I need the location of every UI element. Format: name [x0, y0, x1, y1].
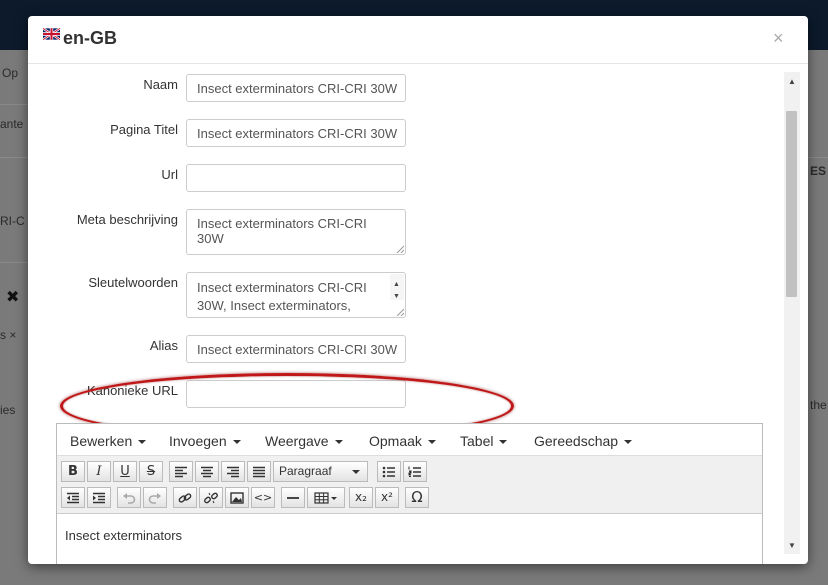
caret-down-icon [352, 470, 360, 474]
page-title-label: Pagina Titel [110, 122, 178, 137]
modal-header: en-GB × [28, 16, 808, 64]
align-left-icon[interactable] [169, 461, 193, 482]
flag-uk-icon [43, 28, 60, 40]
meta-description-textarea[interactable]: Insect exterminators CRI-CRI 30W [186, 209, 406, 255]
bold-button[interactable]: B [61, 461, 85, 482]
background-text: ante [0, 117, 24, 131]
menu-edit[interactable]: Bewerken [70, 433, 147, 449]
background-text: s × [0, 328, 17, 342]
menu-view[interactable]: Weergave [265, 433, 343, 449]
keywords-scrollbar[interactable]: ▲ ▼ [390, 274, 404, 300]
block-format-value: Paragraaf [279, 464, 332, 478]
subscript-button[interactable]: x₂ [349, 487, 373, 508]
align-justify-icon[interactable] [247, 461, 271, 482]
menu-insert[interactable]: Invoegen [169, 433, 241, 449]
menu-table[interactable]: Tabel [460, 433, 508, 449]
resize-grip-icon[interactable] [396, 245, 404, 253]
italic-button[interactable]: I [87, 461, 111, 482]
align-right-icon[interactable] [221, 461, 245, 482]
close-icon[interactable]: × [773, 28, 784, 49]
scrollbar-thumb[interactable] [786, 111, 797, 297]
strikethrough-button[interactable]: S [139, 461, 163, 482]
superscript-button[interactable]: x² [375, 487, 399, 508]
caret-down-icon [499, 440, 508, 445]
background-divider [0, 157, 28, 158]
language-modal: en-GB × Naam Insect exterminators CRI-CR… [28, 16, 808, 564]
name-input[interactable]: Insect exterminators CRI-CRI 30W [186, 74, 406, 102]
editor-content[interactable]: Insect exterminators [65, 528, 182, 543]
caret-down-icon [624, 440, 633, 445]
name-label: Naam [143, 77, 178, 92]
numbered-list-icon[interactable] [403, 461, 427, 482]
block-format-select[interactable]: Paragraaf [273, 461, 368, 482]
table-icon[interactable] [307, 487, 345, 508]
background-text: RI-C [0, 214, 25, 228]
url-label: Url [161, 167, 178, 182]
unlink-icon[interactable] [199, 487, 223, 508]
page-title-input[interactable]: Insect exterminators CRI-CRI 30W [186, 119, 406, 147]
indent-icon[interactable] [87, 487, 111, 508]
underline-button[interactable]: U [113, 461, 137, 482]
background-text: ies [0, 403, 16, 417]
keywords-label: Sleutelwoorden [88, 275, 178, 290]
url-input[interactable] [186, 164, 406, 192]
caret-down-icon [138, 440, 147, 445]
background-divider [0, 104, 28, 105]
background-text: the [810, 398, 827, 412]
code-icon[interactable]: <> [251, 487, 275, 508]
resize-grip-icon[interactable] [396, 308, 404, 316]
background-divider [808, 157, 828, 158]
menu-view-label: Weergave [265, 433, 329, 449]
menu-tools[interactable]: Gereedschap [534, 433, 633, 449]
menu-table-label: Tabel [460, 433, 494, 449]
background-text: ✖ [6, 289, 20, 306]
special-character-button[interactable]: Ω [405, 487, 429, 508]
caret-down-icon [334, 440, 343, 445]
horizontal-rule-icon[interactable] [281, 487, 305, 508]
meta-description-label: Meta beschrijving [76, 212, 178, 227]
alias-input[interactable]: Insect exterminators CRI-CRI 30W [186, 335, 406, 363]
modal-scrollbar[interactable]: ▲ ▼ [784, 72, 800, 554]
canonical-url-input[interactable] [186, 380, 406, 408]
editor-toolbar: B I U S Paragraaf <> x₂ x² Ω [57, 456, 762, 514]
link-icon[interactable] [173, 487, 197, 508]
scroll-down-icon[interactable]: ▼ [393, 288, 400, 306]
scroll-down-icon[interactable]: ▼ [784, 538, 800, 554]
menu-format[interactable]: Opmaak [369, 433, 436, 449]
menu-tools-label: Gereedschap [534, 433, 619, 449]
caret-down-icon [232, 440, 241, 445]
keywords-textarea[interactable]: Insect exterminators CRI-CRI 30W, Insect… [186, 272, 406, 318]
menu-insert-label: Invoegen [169, 433, 227, 449]
undo-icon[interactable] [117, 487, 141, 508]
menu-format-label: Opmaak [369, 433, 422, 449]
menu-edit-label: Bewerken [70, 433, 133, 449]
editor-menubar: Bewerken Invoegen Weergave Opmaak Tabel … [57, 424, 762, 456]
canonical-url-label: Kanonieke URL [86, 383, 178, 398]
alias-label: Alias [149, 338, 178, 353]
background-text: Op [2, 66, 19, 80]
scroll-up-icon[interactable]: ▲ [784, 74, 800, 90]
caret-down-icon [427, 440, 436, 445]
background-divider [0, 262, 28, 263]
align-center-icon[interactable] [195, 461, 219, 482]
outdent-icon[interactable] [61, 487, 85, 508]
meta-description-text: Insect exterminators CRI-CRI 30W [197, 216, 367, 246]
keywords-text: Insect exterminators CRI-CRI 30W, Insect… [197, 280, 367, 313]
bullet-list-icon[interactable] [377, 461, 401, 482]
redo-icon[interactable] [143, 487, 167, 508]
modal-body: Naam Insect exterminators CRI-CRI 30W Pa… [28, 65, 808, 564]
rich-text-editor: Bewerken Invoegen Weergave Opmaak Tabel … [56, 423, 763, 564]
image-icon[interactable] [225, 487, 249, 508]
background-text: ES [810, 164, 827, 178]
modal-title: en-GB [63, 28, 117, 48]
